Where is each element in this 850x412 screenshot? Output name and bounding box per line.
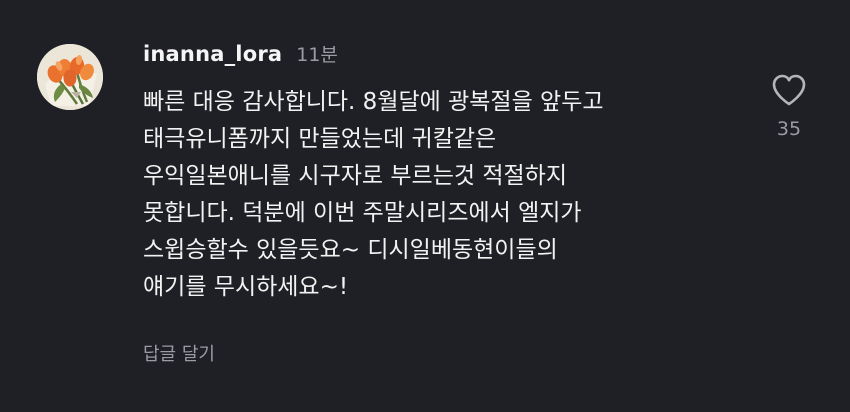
comment-item: inanna_lora 11분 빠른 대응 감사합니다. 8월달에 광복절을 앞… <box>0 0 850 412</box>
comment-text-line: 못합니다. 덕분에 이번 주말시리즈에서 엘지가 <box>143 200 582 226</box>
username[interactable]: inanna_lora <box>143 42 282 66</box>
heart-outline-icon <box>772 74 806 106</box>
comment-text-line: 태극유니폼까지 만들었는데 귀칼같은 <box>143 126 497 152</box>
like-button[interactable] <box>769 70 809 110</box>
comment-text-line: 우익일본애니를 시구자로 부르는것 적절하지 <box>143 163 567 189</box>
avatar[interactable] <box>37 44 103 110</box>
comment-text-line: 빠른 대응 감사합니다. 8월달에 광복절을 앞두고 <box>143 89 604 115</box>
tulip-bouquet-image <box>37 44 103 110</box>
comment-text: 빠른 대응 감사합니다. 8월달에 광복절을 앞두고 태극유니폼까지 만들었는데… <box>143 84 733 306</box>
timestamp: 11분 <box>296 44 338 66</box>
comment-header: inanna_lora 11분 <box>143 40 338 70</box>
comment-text-line: 얘기를 무시하세요~! <box>143 274 349 300</box>
comment-text-line: 스윕승할수 있을듯요~ 디시일베동현이들의 <box>143 237 558 263</box>
like-section: 35 <box>764 70 814 140</box>
reply-button[interactable]: 답글 달기 <box>143 340 215 366</box>
like-count: 35 <box>776 118 802 140</box>
